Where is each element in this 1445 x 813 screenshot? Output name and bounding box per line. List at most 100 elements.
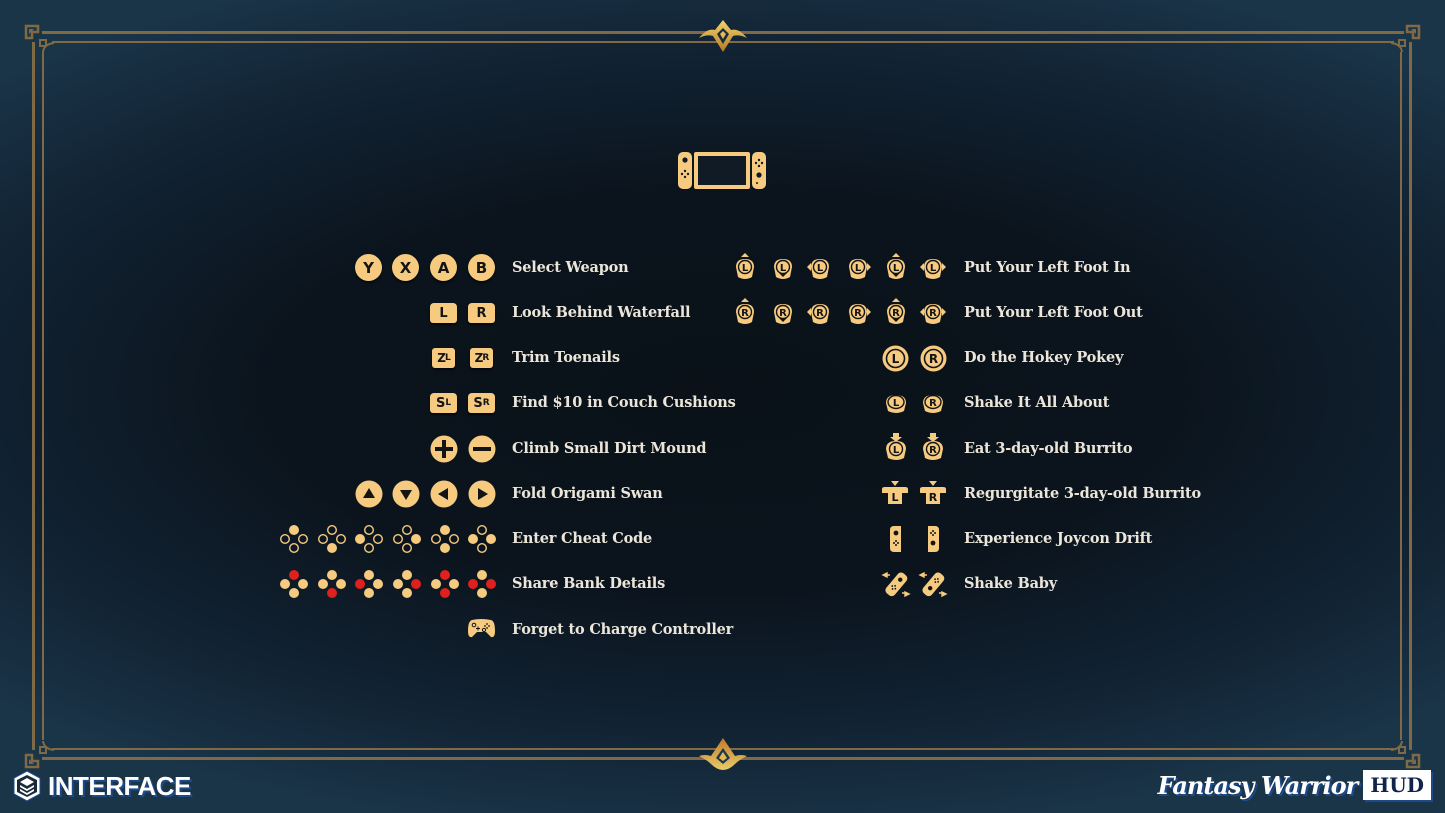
- dpad-up-button-icon: [355, 480, 383, 508]
- cluster-button-bottom: [327, 588, 337, 598]
- cluster-button-left: [393, 579, 403, 589]
- cluster-button-bottom: [440, 588, 450, 598]
- binding-label: Enter Cheat Code: [512, 530, 653, 547]
- binding-label: Regurgitate 3-day-old Burrito: [964, 485, 1201, 502]
- button-cluster-bottom-highlight-icon: [318, 570, 346, 598]
- button-cluster-right-icon: [392, 524, 421, 554]
- svg-text:L: L: [893, 445, 900, 456]
- svg-text:L: L: [930, 263, 937, 274]
- cluster-button-right: [449, 533, 460, 545]
- cluster-button-bottom: [289, 588, 299, 598]
- arrow-left: [920, 308, 924, 316]
- binding-label: Fold Origami Swan: [512, 485, 663, 502]
- cluster-button-right: [373, 579, 383, 589]
- cluster-button-bottom: [476, 543, 488, 554]
- right-stick-horizontal-icon: R: [920, 304, 946, 324]
- right-stick-up-icon: R: [736, 298, 754, 324]
- svg-text:R: R: [741, 308, 749, 319]
- cluster-button-top: [402, 570, 412, 580]
- cluster-button-top: [289, 570, 299, 580]
- binding-label: Put Your Left Foot In: [964, 259, 1131, 276]
- cluster-button-top: [327, 570, 337, 580]
- frame-corner-top-right-icon: [1390, 24, 1421, 53]
- dpad-right-button-icon: [468, 480, 496, 508]
- svg-text:L: L: [855, 263, 862, 274]
- left-stick-horizontal-icon: L: [920, 259, 946, 279]
- interface-logo-text: INTERFACE: [48, 770, 191, 801]
- arrow-up: [741, 298, 749, 302]
- right-joycon-icon: [928, 526, 939, 552]
- button-cluster-top-highlight-icon: [280, 570, 308, 598]
- plus-button-icon: [430, 435, 458, 463]
- cluster-button-bottom: [327, 543, 337, 553]
- arrow-left: [807, 308, 811, 316]
- button-cluster-horizontal-icon: [468, 524, 496, 554]
- cluster-button-top: [363, 524, 375, 536]
- arrow-up: [892, 298, 900, 302]
- a-button-icon: A: [430, 254, 457, 281]
- right-stick-left-icon: R: [807, 304, 829, 324]
- arrow-left: [807, 263, 811, 271]
- right-stick-right-icon: R: [849, 304, 871, 324]
- nintendo-switch-icon: [678, 152, 766, 189]
- cluster-button-right: [486, 534, 496, 544]
- cluster-button-left: [355, 579, 365, 589]
- zl-trigger-button-icon: ZL: [432, 348, 455, 368]
- cluster-button-top: [476, 524, 488, 536]
- svg-text:L: L: [893, 263, 900, 274]
- cluster-button-right: [336, 579, 346, 589]
- svg-text:L: L: [817, 263, 824, 274]
- right-shoulder-press-icon: R: [920, 481, 946, 504]
- binding-label: Shake It All About: [964, 394, 1110, 411]
- cluster-button-left: [392, 533, 404, 545]
- cluster-button-top: [440, 525, 450, 535]
- cluster-button-right: [298, 579, 308, 589]
- cluster-button-right: [298, 533, 309, 545]
- frame-crest-top-icon: [699, 20, 747, 52]
- b-button-icon: B: [468, 254, 495, 281]
- cluster-button-left: [279, 533, 291, 545]
- frame-right-outer: [1409, 42, 1412, 750]
- left-shoulder-press-icon: L: [882, 481, 908, 504]
- cluster-button-bottom: [402, 588, 412, 598]
- arrow-up: [741, 253, 749, 257]
- cluster-button-bottom: [401, 543, 413, 554]
- frame-crest-bottom-icon: [699, 738, 747, 770]
- frame-corner-top-left-icon: [24, 24, 55, 53]
- svg-text:L: L: [893, 398, 900, 409]
- right-stick-side-icon: R: [923, 394, 943, 413]
- cluster-button-bottom: [477, 588, 487, 598]
- button-cluster-top-icon: [279, 525, 309, 554]
- left-joycon-icon: [890, 526, 901, 552]
- binding-label: Select Weapon: [512, 259, 629, 276]
- cluster-button-top: [364, 570, 374, 580]
- svg-text:R: R: [854, 308, 862, 319]
- cluster-button-left: [317, 533, 329, 545]
- frame-corner-bottom-right-icon: [1390, 740, 1421, 769]
- right-stick-down-icon: R: [774, 304, 792, 324]
- cluster-button-top: [401, 524, 413, 536]
- dpad-left-button-icon: [430, 480, 458, 508]
- left-stick-down-icon: L: [774, 259, 792, 279]
- button-cluster-horizontal-highlight-icon: [468, 570, 496, 598]
- left-stick-vertical-icon: L: [887, 253, 905, 279]
- y-button-icon: Y: [355, 254, 382, 281]
- arrow-up: [892, 253, 900, 257]
- sl-side-button-icon: SL: [430, 393, 457, 413]
- cluster-button-left: [430, 533, 442, 545]
- cluster-button-left: [431, 579, 441, 589]
- arrow-right: [867, 263, 871, 271]
- cluster-button-left: [318, 579, 328, 589]
- cluster-button-left: [468, 579, 478, 589]
- cluster-button-bottom: [364, 588, 374, 598]
- cluster-button-right: [373, 533, 384, 545]
- r-shoulder-button-icon: R: [468, 303, 495, 323]
- binding-label: Do the Hokey Pokey: [964, 349, 1124, 366]
- cluster-button-bottom: [288, 543, 300, 554]
- fantasy-warrior-logo-text: Fantasy Warrior: [1157, 770, 1359, 800]
- left-stick-top-icon: L: [882, 345, 909, 372]
- cluster-button-right: [449, 579, 459, 589]
- button-cluster-bottom-icon: [317, 524, 347, 553]
- left-stick-side-icon: L: [886, 394, 906, 413]
- cluster-button-right: [411, 534, 421, 544]
